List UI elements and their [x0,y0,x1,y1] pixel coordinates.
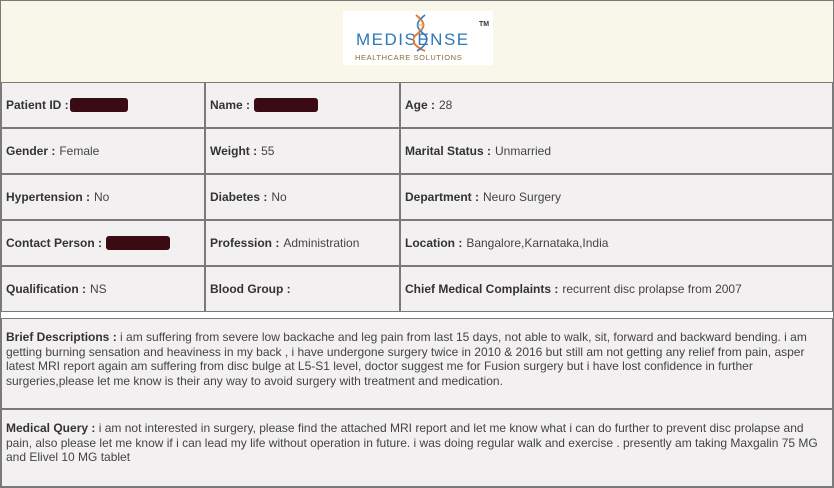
medical-query-label: Medical Query : [6,421,96,435]
patient-id-redacted [69,98,128,112]
blood-group-cell: Blood Group : [205,266,400,312]
header-banner: MEDISENSE TM HEALTHCARE SOLUTIONS [1,1,833,83]
name-label: Name : [210,98,251,112]
location-cell: Location : Bangalore,Karnataka,India [400,220,833,266]
diabetes-value: No [271,190,287,204]
qualification-label: Qualification : [6,282,87,296]
gender-value: Female [59,144,100,158]
weight-value: 55 [261,144,275,158]
brief-descriptions-label: Brief Descriptions : [6,330,117,344]
department-label: Department : [405,190,480,204]
department-cell: Department : Neuro Surgery [400,174,833,220]
weight-cell: Weight : 55 [205,128,400,174]
age-value: 28 [439,98,453,112]
patient-id-cell: Patient ID : [1,82,205,128]
department-value: Neuro Surgery [483,190,562,204]
marital-status-cell: Marital Status : Unmarried [400,128,833,174]
contact-person-cell: Contact Person : [1,220,205,266]
chief-complaints-value: recurrent disc prolapse from 2007 [562,282,742,296]
marital-status-label: Marital Status : [405,144,492,158]
location-label: Location : [405,236,463,250]
profession-label: Profession : [210,236,280,250]
hypertension-label: Hypertension : [6,190,91,204]
patient-id-label: Patient ID : [6,98,69,112]
gender-cell: Gender : Female [1,128,205,174]
medisense-logo: MEDISENSE TM HEALTHCARE SOLUTIONS [343,11,493,65]
contact-person-label: Contact Person : [6,236,103,250]
logo-tagline: HEALTHCARE SOLUTIONS [355,53,463,62]
profession-value: Administration [283,236,360,250]
logo-trademark: TM [479,21,490,28]
name-cell: Name : [205,82,400,128]
location-value: Bangalore,Karnataka,India [466,236,609,250]
hypertension-cell: Hypertension : No [1,174,205,220]
chief-complaints-label: Chief Medical Complaints : [405,282,559,296]
profession-cell: Profession : Administration [205,220,400,266]
age-label: Age : [405,98,435,112]
qualification-cell: Qualification : NS [1,266,205,312]
diabetes-label: Diabetes : [210,190,268,204]
weight-label: Weight : [210,144,258,158]
marital-status-value: Unmarried [495,144,552,158]
age-cell: Age : 28 [400,82,833,128]
blood-group-label: Blood Group : [210,282,291,296]
medical-query-block: Medical Query : i am not interested in s… [1,409,833,487]
medical-query-text: i am not interested in surgery, please f… [6,421,818,465]
brief-descriptions-text: i am suffering from severe low backache … [6,330,807,388]
brief-descriptions-block: Brief Descriptions : i am suffering from… [1,318,833,409]
name-redacted [254,98,319,112]
gender-label: Gender : [6,144,56,158]
diabetes-cell: Diabetes : No [205,174,400,220]
qualification-value: NS [90,282,107,296]
contact-person-redacted [106,236,171,250]
hypertension-value: No [94,190,110,204]
chief-complaints-cell: Chief Medical Complaints : recurrent dis… [400,266,833,312]
dna-helix-icon [413,14,428,52]
